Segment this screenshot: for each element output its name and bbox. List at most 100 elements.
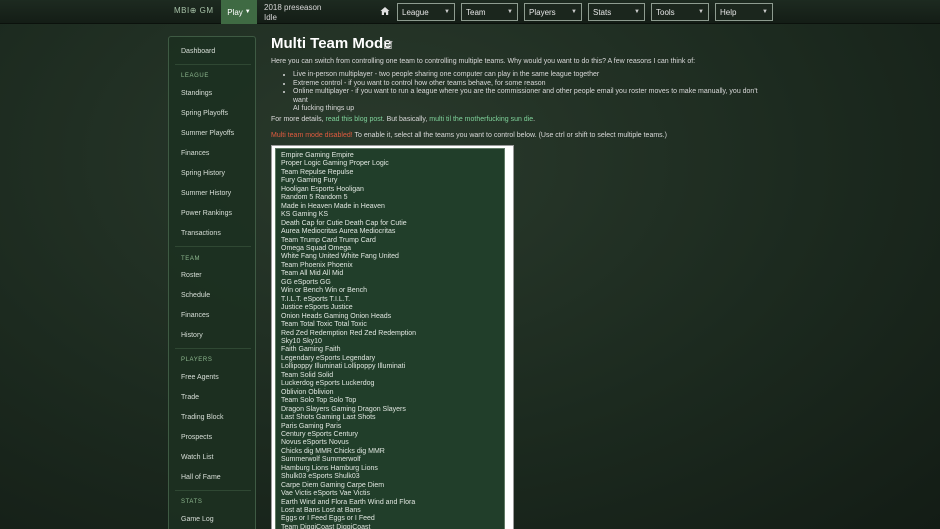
- reason-item: Online multiplayer - if you want to run …: [293, 88, 773, 114]
- sidebar-item-schedule[interactable]: Schedule: [181, 292, 210, 299]
- team-option[interactable]: Dragon Slayers Gaming Dragon Slayers: [276, 406, 504, 414]
- sidebar-item-trade[interactable]: Trade: [181, 394, 199, 401]
- team-option[interactable]: Vae Victis eSports Vae Victis: [276, 490, 504, 498]
- sidebar-item-power-rankings[interactable]: Power Rankings: [181, 210, 232, 217]
- team-menu-label: Team: [466, 7, 486, 17]
- scrollbar[interactable]: [506, 148, 512, 529]
- sidebar-item-roster[interactable]: Roster: [181, 272, 202, 279]
- sidebar-item-hall-of-fame[interactable]: Hall of Fame: [181, 474, 221, 481]
- team-option[interactable]: Novus eSports Novus: [276, 439, 504, 447]
- team-option[interactable]: Summerwolf Summerwolf: [276, 456, 504, 464]
- team-option[interactable]: Team Solo Top Solo Top: [276, 397, 504, 405]
- team-option[interactable]: Team All Mid All Mid: [276, 270, 504, 278]
- chevron-down-icon: ▼: [634, 9, 640, 15]
- brand-logo[interactable]: MBI⊕ GM: [174, 6, 214, 15]
- sidebar-divider: [175, 490, 251, 491]
- edit-icon[interactable]: [384, 40, 393, 49]
- team-option[interactable]: White Fang United White Fang United: [276, 253, 504, 261]
- play-menu-button[interactable]: Play ▼: [221, 0, 257, 24]
- sidebar-item-team-finances[interactable]: Finances: [181, 312, 209, 319]
- multi-link[interactable]: multi til the motherfucking sun die: [429, 116, 533, 123]
- sidebar-item-finances[interactable]: Finances: [181, 150, 209, 157]
- team-option[interactable]: Red Zed Redemption Red Zed Redemption: [276, 330, 504, 338]
- sidebar-item-standings[interactable]: Standings: [181, 90, 212, 97]
- team-option[interactable]: Century eSports Century: [276, 431, 504, 439]
- details-text: For more details, read this blog post. B…: [271, 115, 535, 124]
- team-select-container: Empire Gaming Empire Proper Logic Gaming …: [271, 145, 514, 529]
- status-instructions: To enable it, select all the teams you w…: [352, 132, 667, 139]
- reason-text: Online multiplayer - if you want to run …: [293, 88, 758, 104]
- sidebar-item-summer-playoffs[interactable]: Summer Playoffs: [181, 130, 234, 137]
- chevron-down-icon: ▼: [507, 9, 513, 15]
- sidebar-item-spring-history[interactable]: Spring History: [181, 170, 225, 177]
- sidebar-item-transactions[interactable]: Transactions: [181, 230, 221, 237]
- team-option[interactable]: Chicks dig MMR Chicks dig MMR: [276, 448, 504, 456]
- chevron-down-icon: ▼: [698, 9, 704, 15]
- help-menu[interactable]: Help ▼: [715, 3, 773, 21]
- league-menu[interactable]: League ▼: [397, 3, 455, 21]
- sidebar-heading-team: TEAM: [181, 256, 201, 262]
- sidebar-item-trading-block[interactable]: Trading Block: [181, 414, 224, 421]
- sidebar-divider: [175, 64, 251, 65]
- sidebar-item-summer-history[interactable]: Summer History: [181, 190, 231, 197]
- sidebar-item-free-agents[interactable]: Free Agents: [181, 374, 219, 381]
- team-option[interactable]: Team Solid Solid: [276, 372, 504, 380]
- team-option[interactable]: Faith Gaming Faith: [276, 346, 504, 354]
- team-option[interactable]: Lost at Bans Lost at Bans: [276, 507, 504, 515]
- team-option[interactable]: Team Trump Card Trump Card: [276, 237, 504, 245]
- team-option[interactable]: Fury Gaming Fury: [276, 177, 504, 185]
- stats-menu[interactable]: Stats ▼: [588, 3, 645, 21]
- sidebar-item-prospects[interactable]: Prospects: [181, 434, 212, 441]
- team-option[interactable]: Paris Gaming Paris: [276, 423, 504, 431]
- team-option[interactable]: KS Gaming KS: [276, 211, 504, 219]
- home-icon[interactable]: [380, 6, 390, 16]
- team-menu[interactable]: Team ▼: [461, 3, 518, 21]
- season-label: 2018 preseason: [264, 3, 322, 12]
- team-option[interactable]: Random 5 Random 5: [276, 194, 504, 202]
- team-option[interactable]: Lollipoppy Illuminati Lollipoppy Illumin…: [276, 363, 504, 371]
- sidebar-item-team-history[interactable]: History: [181, 332, 203, 339]
- team-option[interactable]: Earth Wind and Flora Earth Wind and Flor…: [276, 499, 504, 507]
- players-menu-label: Players: [529, 7, 556, 17]
- sidebar-item-watch-list[interactable]: Watch List: [181, 454, 213, 461]
- team-option[interactable]: Team Repulse Repulse: [276, 169, 504, 177]
- chevron-down-icon: ▼: [244, 9, 251, 15]
- team-option[interactable]: GG eSports GG: [276, 279, 504, 287]
- blog-post-link[interactable]: read this blog post: [325, 116, 382, 123]
- team-option[interactable]: Proper Logic Gaming Proper Logic: [276, 160, 504, 168]
- team-option[interactable]: Omega Squad Omega: [276, 245, 504, 253]
- team-option[interactable]: Team DiggiCoast DiggiCoast: [276, 524, 504, 529]
- team-multi-select[interactable]: Empire Gaming Empire Proper Logic Gaming …: [275, 148, 505, 529]
- team-option[interactable]: Made in Heaven Made in Heaven: [276, 203, 504, 211]
- team-option[interactable]: Last Shots Gaming Last Shots: [276, 414, 504, 422]
- team-option[interactable]: Justice eSports Justice: [276, 304, 504, 312]
- team-option[interactable]: Team Total Toxic Total Toxic: [276, 321, 504, 329]
- sidebar-divider: [175, 348, 251, 349]
- team-option[interactable]: Onion Heads Gaming Onion Heads: [276, 313, 504, 321]
- tools-menu[interactable]: Tools ▼: [651, 3, 709, 21]
- sidebar-item-spring-playoffs[interactable]: Spring Playoffs: [181, 110, 228, 117]
- team-option[interactable]: Empire Gaming Empire: [276, 152, 504, 160]
- players-menu[interactable]: Players ▼: [524, 3, 582, 21]
- team-option[interactable]: Carpe Diem Gaming Carpe Diem: [276, 482, 504, 490]
- intro-text: Here you can switch from controlling one…: [271, 58, 696, 65]
- team-option[interactable]: Team Phoenix Phoenix: [276, 262, 504, 270]
- team-option[interactable]: Hamburg Lions Hamburg Lions: [276, 465, 504, 473]
- team-option[interactable]: Oblivion Oblivion: [276, 389, 504, 397]
- team-option[interactable]: Legendary eSports Legendary: [276, 355, 504, 363]
- sidebar-heading-league: LEAGUE: [181, 73, 209, 79]
- team-option[interactable]: Hooligan Esports Hooligan: [276, 186, 504, 194]
- sidebar-item-dashboard[interactable]: Dashboard: [181, 48, 215, 55]
- sidebar-item-game-log[interactable]: Game Log: [181, 516, 214, 523]
- sidebar-nav: Dashboard LEAGUE Standings Spring Playof…: [168, 36, 256, 529]
- team-option[interactable]: Win or Bench Win or Bench: [276, 287, 504, 295]
- team-option[interactable]: Luckerdog eSports Luckerdog: [276, 380, 504, 388]
- team-option[interactable]: Aurea Mediocritas Aurea Mediocritas: [276, 228, 504, 236]
- reason-text-cont: AI fucking things up: [293, 105, 355, 112]
- team-option[interactable]: Eggs or I Feed Eggs or I Feed: [276, 515, 504, 523]
- team-option[interactable]: Sky10 Sky10: [276, 338, 504, 346]
- team-option[interactable]: Death Cap for Cutie Death Cap for Cutie: [276, 220, 504, 228]
- details-mid: . But basically,: [382, 116, 428, 123]
- team-option[interactable]: Shulk03 eSports Shulk03: [276, 473, 504, 481]
- team-option[interactable]: T.I.L.T. eSports T.I.L.T.: [276, 296, 504, 304]
